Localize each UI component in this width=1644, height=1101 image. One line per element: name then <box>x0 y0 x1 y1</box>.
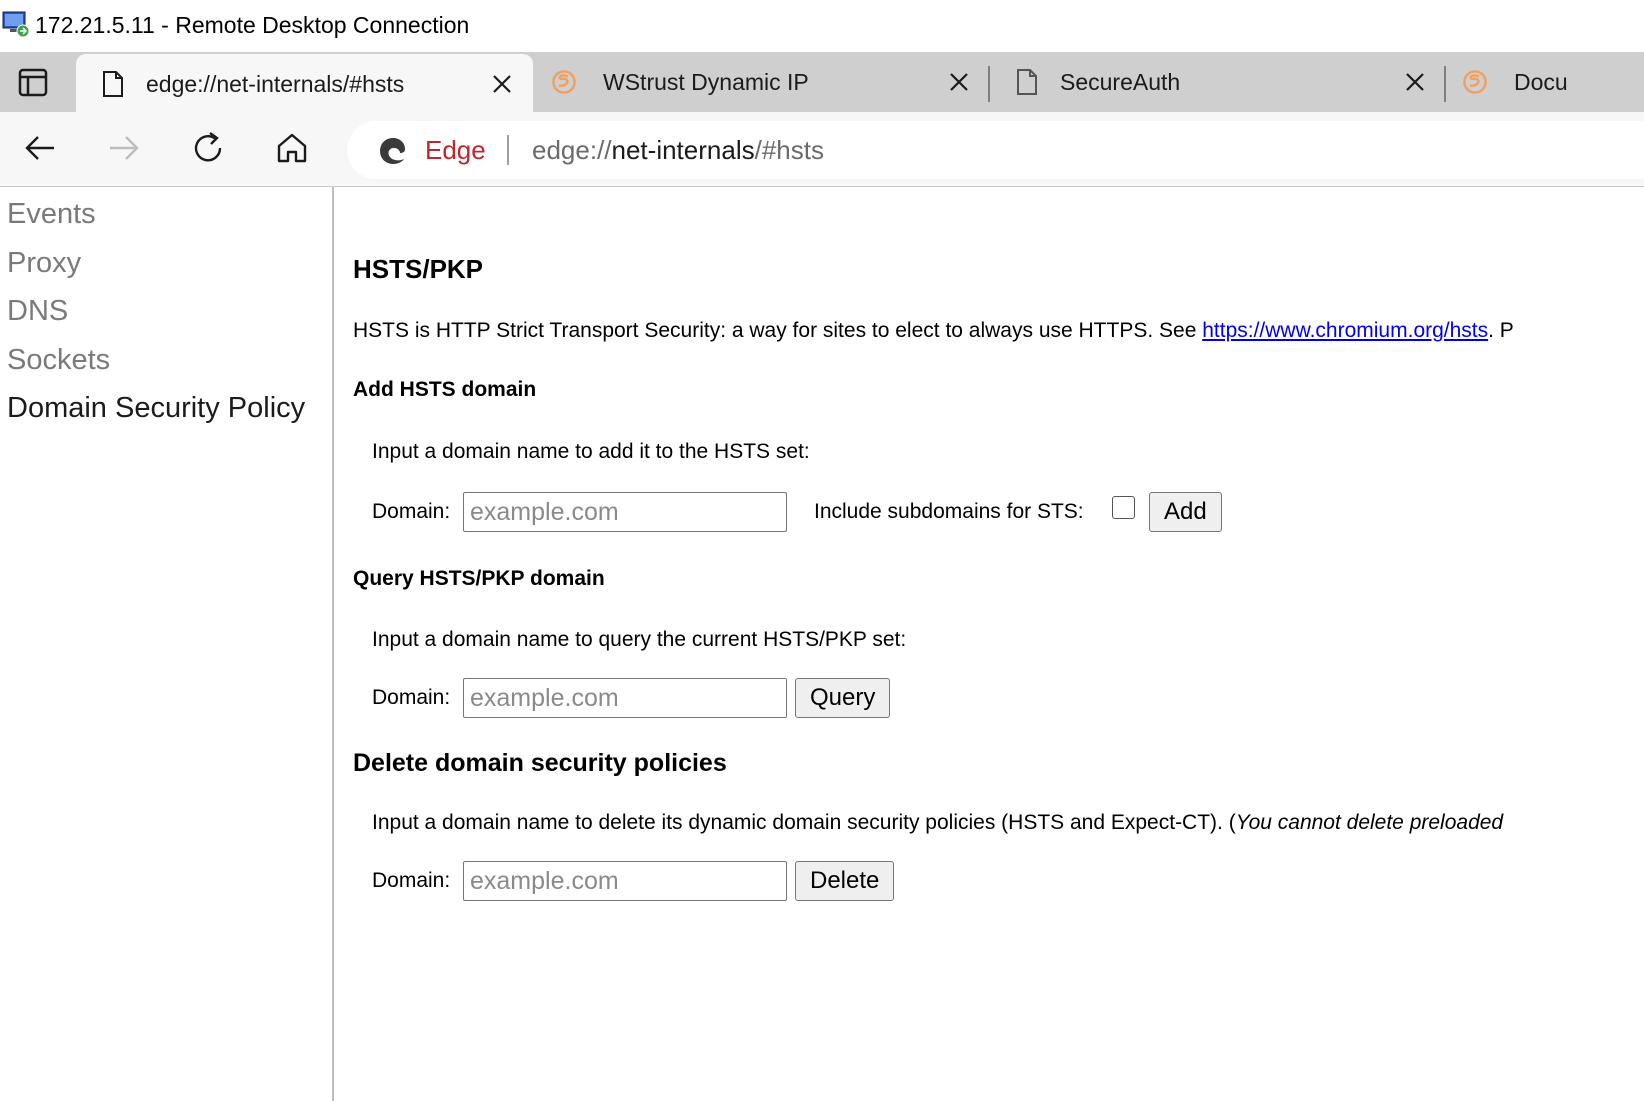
delete-description-text: Input a domain name to delete its dynami… <box>372 811 1236 834</box>
url-scheme: edge:// <box>532 135 612 165</box>
include-subdomains-checkbox[interactable] <box>1112 496 1135 519</box>
delete-domain-input[interactable] <box>463 861 787 901</box>
forward-arrow-icon[interactable] <box>104 128 144 168</box>
query-description: Input a domain name to query the current… <box>372 628 907 651</box>
close-icon[interactable] <box>948 71 970 93</box>
sidebar-item-events[interactable]: Events <box>7 198 96 231</box>
address-divider <box>507 135 509 165</box>
browser-toolbar: Edge edge://net-internals/#hsts <box>0 112 1644 187</box>
page-icon <box>103 71 123 97</box>
home-icon[interactable] <box>272 128 312 168</box>
tab-secureauth[interactable]: SecureAuth <box>990 52 1444 112</box>
sidebar-item-proxy[interactable]: Proxy <box>7 247 81 280</box>
tab-label: Docu <box>1514 69 1568 95</box>
sidebar: Events Proxy DNS Sockets Domain Security… <box>0 187 334 1101</box>
hsts-link[interactable]: https://www.chromium.org/hsts <box>1202 319 1488 342</box>
intro-after: . P <box>1488 319 1514 342</box>
tab-actions-icon <box>18 68 48 97</box>
tab-strip: edge://net-internals/#hsts WStrust Dynam… <box>0 52 1644 112</box>
tab-label: WStrust Dynamic IP <box>603 69 809 95</box>
add-hsts-heading: Add HSTS domain <box>353 378 537 401</box>
sidebar-item-dns[interactable]: DNS <box>7 295 68 328</box>
query-domain-label: Domain: <box>372 686 451 709</box>
include-subdomains-label: Include subdomains for STS: <box>814 500 1084 523</box>
browser-label: Edge <box>425 135 486 165</box>
page-title: HSTS/PKP <box>353 254 484 284</box>
tab-actions-button[interactable] <box>0 52 66 112</box>
delete-heading: Delete domain security policies <box>353 749 727 777</box>
sidebar-item-sockets[interactable]: Sockets <box>7 344 110 377</box>
delete-description: Input a domain name to delete its dynami… <box>372 811 1503 835</box>
sidebar-item-domain-security-policy[interactable]: Domain Security Policy <box>7 392 305 425</box>
delete-domain-label: Domain: <box>372 869 451 892</box>
url-path: /#hsts <box>754 135 824 165</box>
add-domain-label: Domain: <box>372 500 451 523</box>
delete-button[interactable]: Delete <box>795 861 895 901</box>
add-button[interactable]: Add <box>1149 492 1222 532</box>
intro-text: HSTS is HTTP Strict Transport Security: … <box>353 319 1514 343</box>
url-host: net-internals <box>611 135 755 165</box>
intro-description: HSTS is HTTP Strict Transport Security: … <box>353 319 1203 342</box>
close-icon[interactable] <box>491 73 513 95</box>
close-icon[interactable] <box>1404 71 1426 93</box>
query-button[interactable]: Query <box>795 678 891 718</box>
back-arrow-icon[interactable] <box>20 128 60 168</box>
address-bar[interactable]: Edge edge://net-internals/#hsts <box>347 121 1644 179</box>
tab-label: edge://net-internals/#hsts <box>146 71 405 97</box>
remote-desktop-titlebar: 172.21.5.11 - Remote Desktop Connection <box>0 0 1644 52</box>
main-content: HSTS/PKP HSTS is HTTP Strict Transport S… <box>334 187 1644 1101</box>
add-description: Input a domain name to add it to the HST… <box>372 440 810 463</box>
secureauth-logo-icon <box>552 70 576 94</box>
url-text[interactable]: edge://net-internals/#hsts <box>532 135 824 166</box>
tab-label: SecureAuth <box>1060 69 1181 95</box>
page-icon <box>1017 69 1037 95</box>
remote-desktop-icon <box>2 11 30 38</box>
add-domain-input[interactable] <box>463 492 787 532</box>
secureauth-logo-icon <box>1463 70 1487 94</box>
window-title: 172.21.5.11 - Remote Desktop Connection <box>35 12 470 38</box>
tab-docu[interactable]: Docu <box>1446 52 1644 112</box>
query-heading: Query HSTS/PKP domain <box>353 567 605 590</box>
edge-logo-icon <box>380 138 405 164</box>
tab-wstrust-dynamic-ip[interactable]: WStrust Dynamic IP <box>535 52 987 112</box>
tab-net-internals[interactable]: edge://net-internals/#hsts <box>76 54 533 112</box>
query-domain-input[interactable] <box>463 678 787 718</box>
refresh-icon[interactable] <box>188 128 228 168</box>
delete-description-note: You cannot delete preloaded <box>1235 811 1504 834</box>
